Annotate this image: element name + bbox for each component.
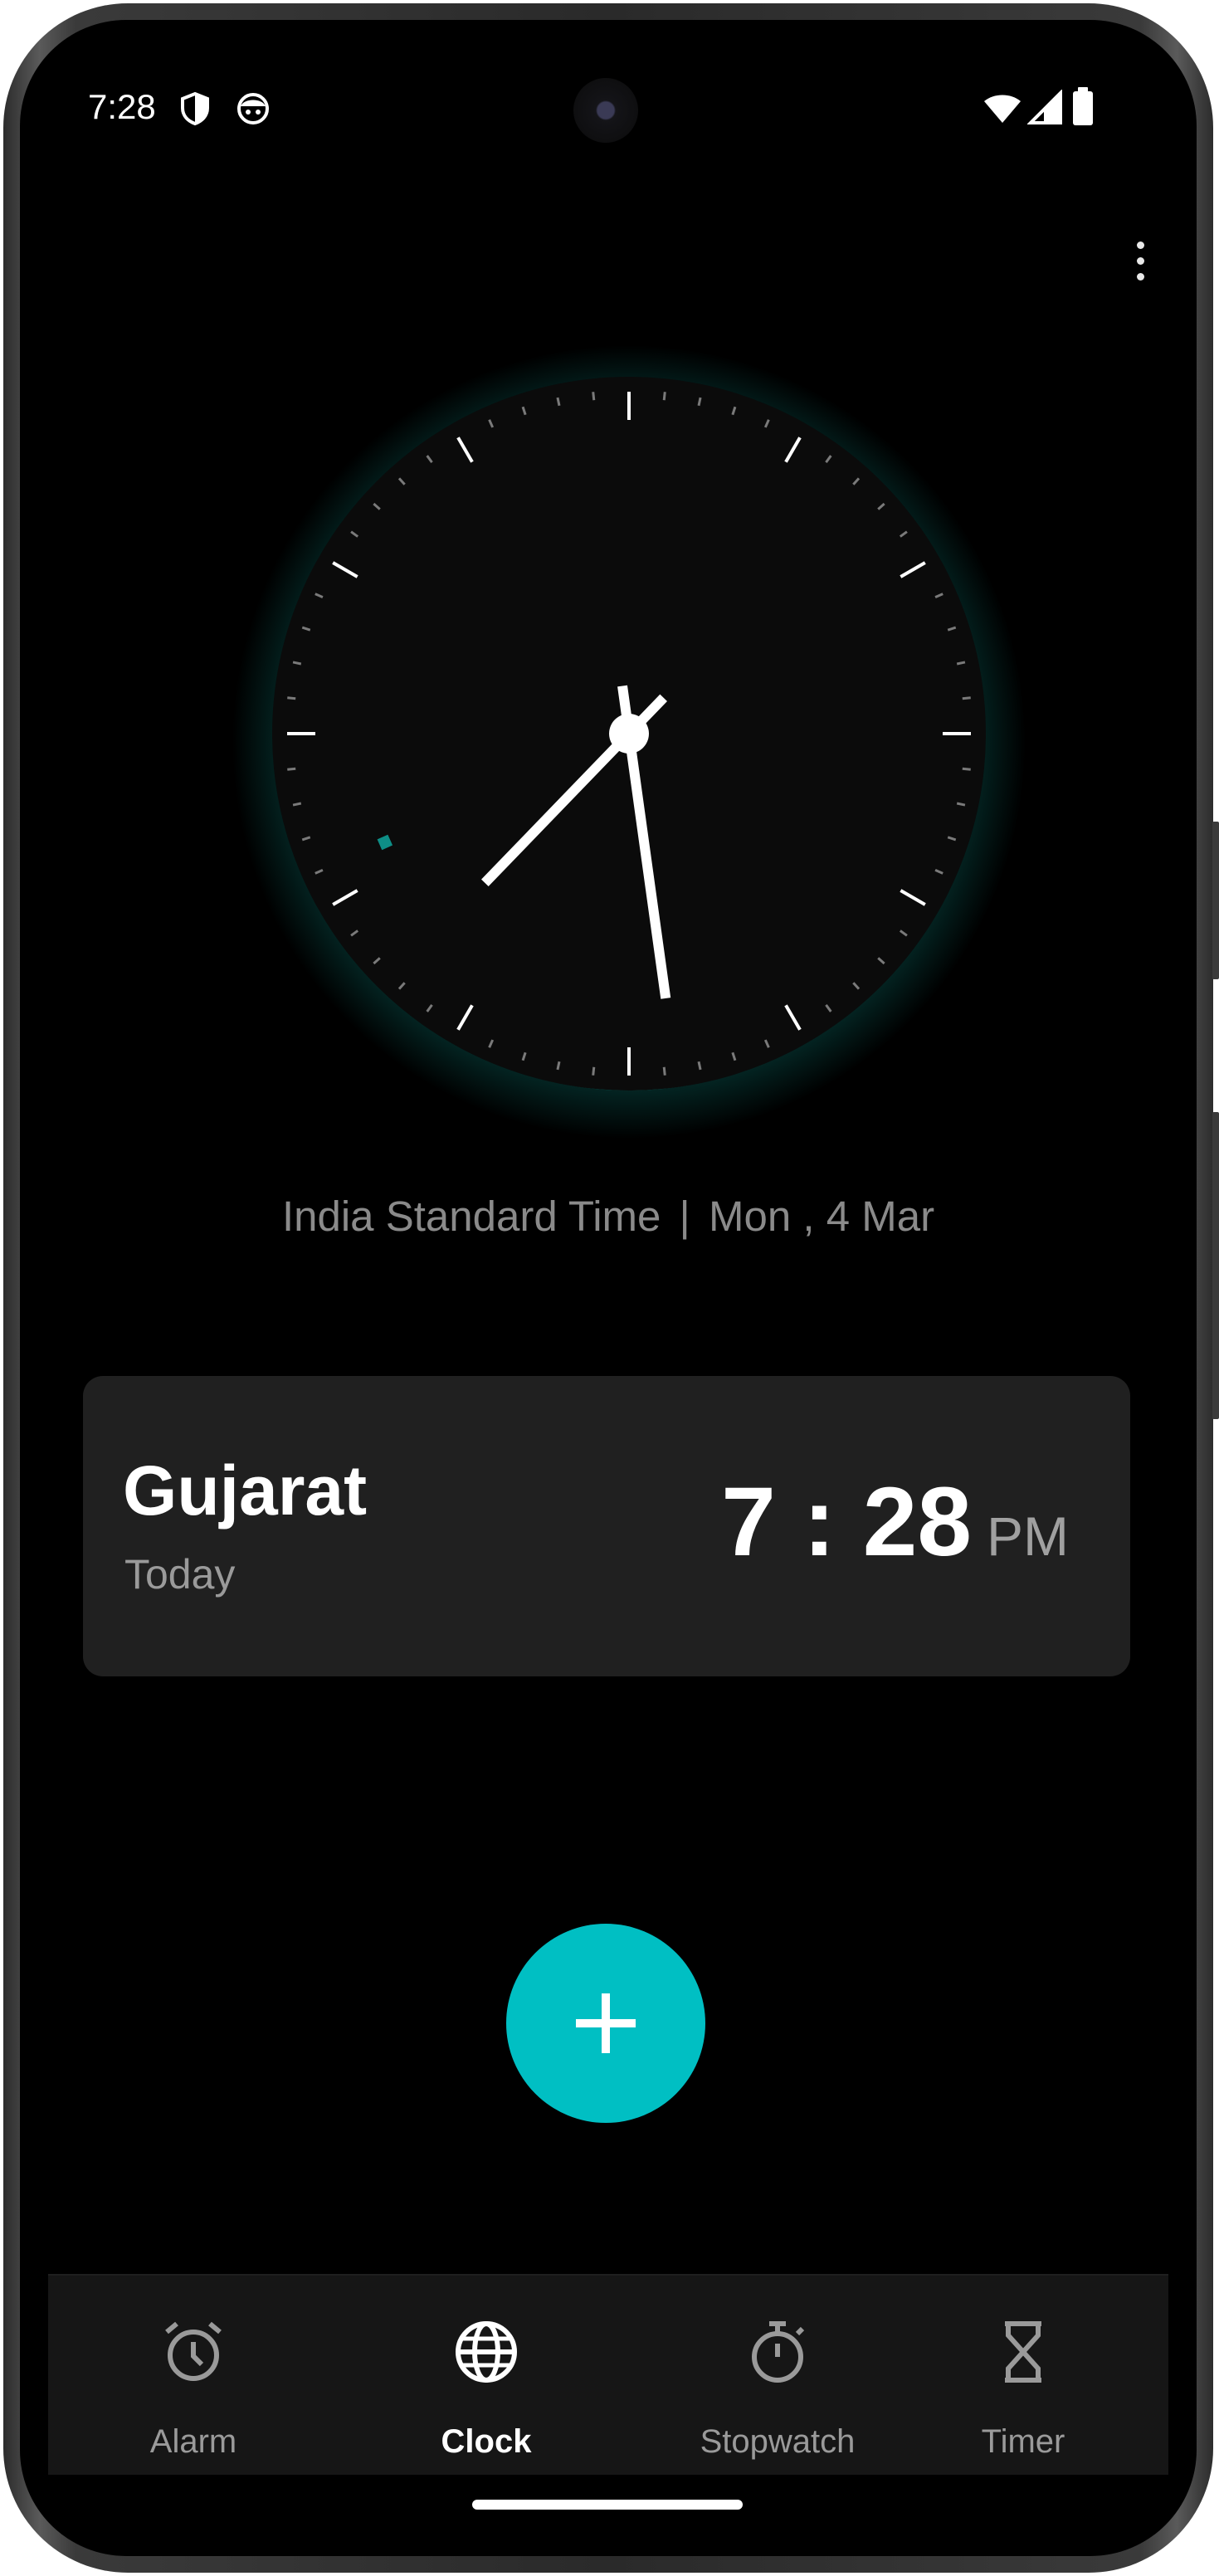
minute-tick [662,392,666,401]
nav-stopwatch[interactable]: Stopwatch [674,2276,881,2475]
minute-tick [956,802,966,807]
minute-tick [287,767,296,771]
minute-tick [592,392,596,401]
minute-tick [662,1066,666,1076]
world-clock-card[interactable]: Gujarat Today 7 : 28 PM [83,1376,1130,1676]
stopwatch-icon [752,2321,805,2383]
analog-clock [231,344,1027,1140]
city-day: Today [124,1551,236,1598]
minute-tick [697,1061,702,1071]
current-date: Mon , 4 Mar [708,1193,935,1240]
minute-tick [556,1061,561,1071]
separator: | [679,1193,690,1240]
minute-tick [556,397,561,407]
hourglass-icon [1005,2321,1041,2383]
timezone-date-line: India Standard Time | Mon , 4 Mar [20,1192,1197,1241]
nav-clock[interactable]: Clock [407,2276,565,2475]
shield-icon [181,91,209,126]
city-time-ampm: PM [987,1505,1069,1567]
more-vert-icon[interactable] [1124,236,1157,285]
wifi-icon [984,95,1021,123]
add-city-button[interactable] [506,1924,705,2123]
city-time: 7 : 28 PM [721,1466,1069,1578]
nav-timer[interactable]: Timer [948,2276,1098,2475]
phone-device: 7:28 India Standard Time | Mon , 4 Mar G… [0,0,1219,2576]
minute-tick [292,661,302,666]
minute-tick [956,661,966,666]
nav-alarm-label: Alarm [149,2423,237,2460]
globe-icon [456,2321,517,2383]
clock-center [609,714,649,754]
nav-clock-label: Clock [441,2423,532,2460]
city-name: Gujarat [123,1451,368,1530]
minute-tick [287,696,296,700]
minute-tick [292,802,302,807]
face-icon [237,93,269,124]
power-button [1212,1112,1219,1419]
city-time-value: 7 : 28 [721,1467,972,1577]
plus-icon [576,1993,636,2053]
nav-stopwatch-label: Stopwatch [700,2423,856,2460]
volume-button [1212,822,1219,979]
minute-tick [962,696,971,700]
screen: 7:28 India Standard Time | Mon , 4 Mar G… [20,20,1197,2556]
bottom-navigation: Alarm Clock Stopwatch Timer [48,2274,1168,2475]
nav-alarm[interactable]: Alarm [115,2276,272,2475]
home-indicator[interactable] [472,2500,743,2510]
nav-timer-label: Timer [981,2423,1065,2460]
alarm-clock-icon [165,2321,222,2381]
cellular-signal-icon [1027,90,1062,124]
minute-tick [697,397,702,407]
minute-tick [962,767,971,771]
front-camera [573,78,638,143]
minute-tick [592,1066,596,1076]
status-time: 7:28 [88,87,156,126]
battery-icon [1073,87,1093,125]
timezone-name: India Standard Time [281,1193,661,1240]
